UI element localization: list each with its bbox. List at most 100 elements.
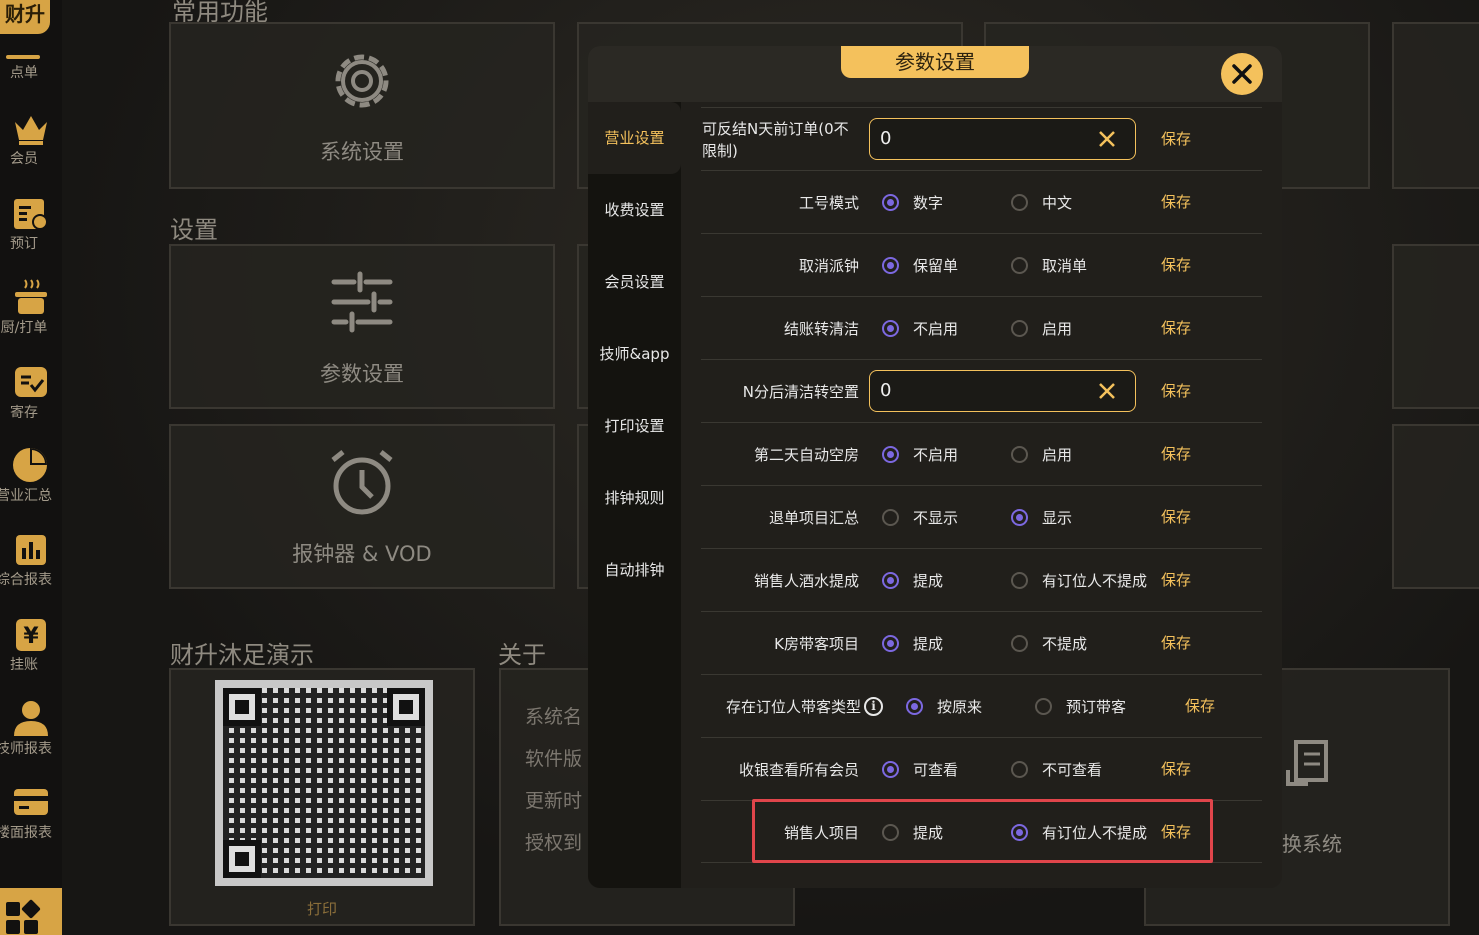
radio-label: 启用 <box>1042 320 1073 338</box>
bar-report-icon <box>0 529 62 569</box>
radio-option[interactable]: 有订位人不提成 <box>1011 549 1147 612</box>
radio-option[interactable]: 启用 <box>1011 297 1072 360</box>
radio-option[interactable]: 保留单 <box>882 234 958 297</box>
setting-label: 可反结N天前订单(0不限制) <box>702 119 849 160</box>
radio-option[interactable]: 按原来 <box>906 675 982 738</box>
param-settings-card[interactable]: 参数设置 <box>169 244 555 409</box>
tab-queue-rules[interactable]: 排钟规则 <box>588 462 681 534</box>
tab-member[interactable]: 会员设置 <box>588 246 681 318</box>
radio-dot <box>882 509 899 526</box>
info-icon[interactable]: i <box>864 697 883 716</box>
system-settings-card[interactable]: 系统设置 <box>169 22 555 189</box>
radio-option[interactable]: 不启用 <box>882 297 958 360</box>
radio-option[interactable]: 可查看 <box>882 738 958 801</box>
radio-label: 预订带客 <box>1066 698 1127 716</box>
sidebar-item-kitchen[interactable]: 厨/打单 <box>0 277 62 337</box>
radio-option[interactable]: 数字 <box>882 171 943 234</box>
radio-dot-checked <box>882 446 899 463</box>
save-button[interactable]: 保存 <box>1161 423 1191 486</box>
radio-dot-checked <box>882 194 899 211</box>
radio-label: 不显示 <box>913 509 959 527</box>
save-button[interactable]: 保存 <box>1161 108 1191 171</box>
tab-technician-app[interactable]: 技师&app <box>588 318 681 390</box>
qr-code-card[interactable]: 打印 <box>169 668 475 926</box>
radio-label: 提成 <box>913 824 944 842</box>
sidebar: 财升 点单 会员 预订 厨/打单 寄存 营业汇总 综合报表 ¥ 挂账 技师报表 … <box>0 0 62 935</box>
radio-option[interactable]: 不可查看 <box>1011 738 1102 801</box>
alarm-vod-card[interactable]: 报钟器 & VOD <box>169 424 555 589</box>
radio-option[interactable]: 不提成 <box>1011 612 1087 675</box>
radio-label: 不提成 <box>1042 635 1088 653</box>
clear-icon[interactable] <box>1095 379 1119 403</box>
reverse-days-input[interactable]: 0 <box>869 118 1136 160</box>
tab-business[interactable]: 营业设置 <box>588 102 681 174</box>
sidebar-item-tech-report[interactable]: 技师报表 <box>0 698 62 758</box>
setting-label: N分后清洁转空置 <box>742 383 859 401</box>
save-button[interactable]: 保存 <box>1161 171 1191 234</box>
clean-minutes-input[interactable]: 0 <box>869 370 1136 412</box>
card-placeholder[interactable] <box>1392 244 1479 409</box>
sidebar-item-label: 预订 <box>10 236 38 252</box>
save-button[interactable]: 保存 <box>1161 549 1191 612</box>
radio-option[interactable]: 中文 <box>1011 171 1072 234</box>
tab-charge[interactable]: 收费设置 <box>588 174 681 246</box>
sidebar-item-label: 挂账 <box>10 657 38 673</box>
radio-label: 提成 <box>913 635 944 653</box>
setting-label-text: 存在订位人带客类型 <box>725 698 861 716</box>
param-settings-dialog: 参数设置 营业设置 收费设置 会员设置 技师&app 打印设置 排钟规则 自动排… <box>588 46 1282 888</box>
sidebar-item-summary[interactable]: 营业汇总 <box>0 445 62 505</box>
radio-label: 不启用 <box>913 446 959 464</box>
sidebar-item-member[interactable]: 会员 <box>0 108 62 168</box>
save-button[interactable]: 保存 <box>1161 486 1191 549</box>
save-button[interactable]: 保存 <box>1161 612 1191 675</box>
tab-print[interactable]: 打印设置 <box>588 390 681 462</box>
radio-option[interactable]: 显示 <box>1011 486 1072 549</box>
radio-option[interactable]: 不显示 <box>882 486 958 549</box>
save-button[interactable]: 保存 <box>1161 801 1191 864</box>
crown-icon <box>0 108 62 148</box>
radio-option[interactable]: 启用 <box>1011 423 1072 486</box>
calendar-icon <box>0 193 62 233</box>
radio-option[interactable]: 提成 <box>882 549 943 612</box>
setting-label: 第二天自动空房 <box>753 446 859 464</box>
tab-auto-queue[interactable]: 自动排钟 <box>588 534 681 606</box>
setting-label: 销售人酒水提成 <box>753 572 859 590</box>
clear-icon[interactable] <box>1095 127 1119 151</box>
app-switcher-button[interactable] <box>0 888 62 935</box>
sidebar-item-label: 综合报表 <box>0 572 52 588</box>
radio-dot <box>1011 320 1028 337</box>
sidebar-item-booking[interactable]: 预订 <box>0 193 62 253</box>
save-button[interactable]: 保存 <box>1161 234 1191 297</box>
radio-option[interactable]: 取消单 <box>1011 234 1087 297</box>
close-button[interactable] <box>1221 53 1263 95</box>
radio-option[interactable]: 预订带客 <box>1035 675 1126 738</box>
card-placeholder[interactable] <box>1392 424 1479 589</box>
radio-label: 按原来 <box>937 698 983 716</box>
card-placeholder[interactable] <box>1392 22 1479 189</box>
sidebar-item-order[interactable]: 点单 <box>0 62 62 82</box>
radio-label: 可查看 <box>913 761 959 779</box>
save-button[interactable]: 保存 <box>1161 738 1191 801</box>
section-title-settings: 设置 <box>170 216 218 244</box>
sidebar-item-label: 寄存 <box>10 405 38 421</box>
sidebar-item-report[interactable]: 综合报表 <box>0 529 62 589</box>
qr-code-image <box>215 680 433 886</box>
save-button[interactable]: 保存 <box>1161 360 1191 423</box>
card-label: 报钟器 & VOD <box>292 542 432 566</box>
print-link[interactable]: 打印 <box>171 898 473 919</box>
radio-option[interactable]: 提成 <box>882 612 943 675</box>
save-button[interactable]: 保存 <box>1161 297 1191 360</box>
radio-label: 启用 <box>1042 446 1073 464</box>
radio-option[interactable]: 提成 <box>882 801 943 864</box>
radio-label: 有订位人不提成 <box>1042 824 1148 842</box>
sidebar-item-label: 点单 <box>10 65 38 81</box>
save-button[interactable]: 保存 <box>1185 675 1215 738</box>
sidebar-item-credit[interactable]: ¥ 挂账 <box>0 614 62 674</box>
sidebar-item-storage[interactable]: 寄存 <box>0 362 62 422</box>
radio-option[interactable]: 有订位人不提成 <box>1011 801 1147 864</box>
radio-option[interactable]: 不启用 <box>882 423 958 486</box>
radio-dot <box>882 824 899 841</box>
setting-label: 工号模式 <box>798 194 859 212</box>
radio-dot-checked <box>882 635 899 652</box>
sidebar-item-floor-report[interactable]: 楼面报表 <box>0 782 62 842</box>
